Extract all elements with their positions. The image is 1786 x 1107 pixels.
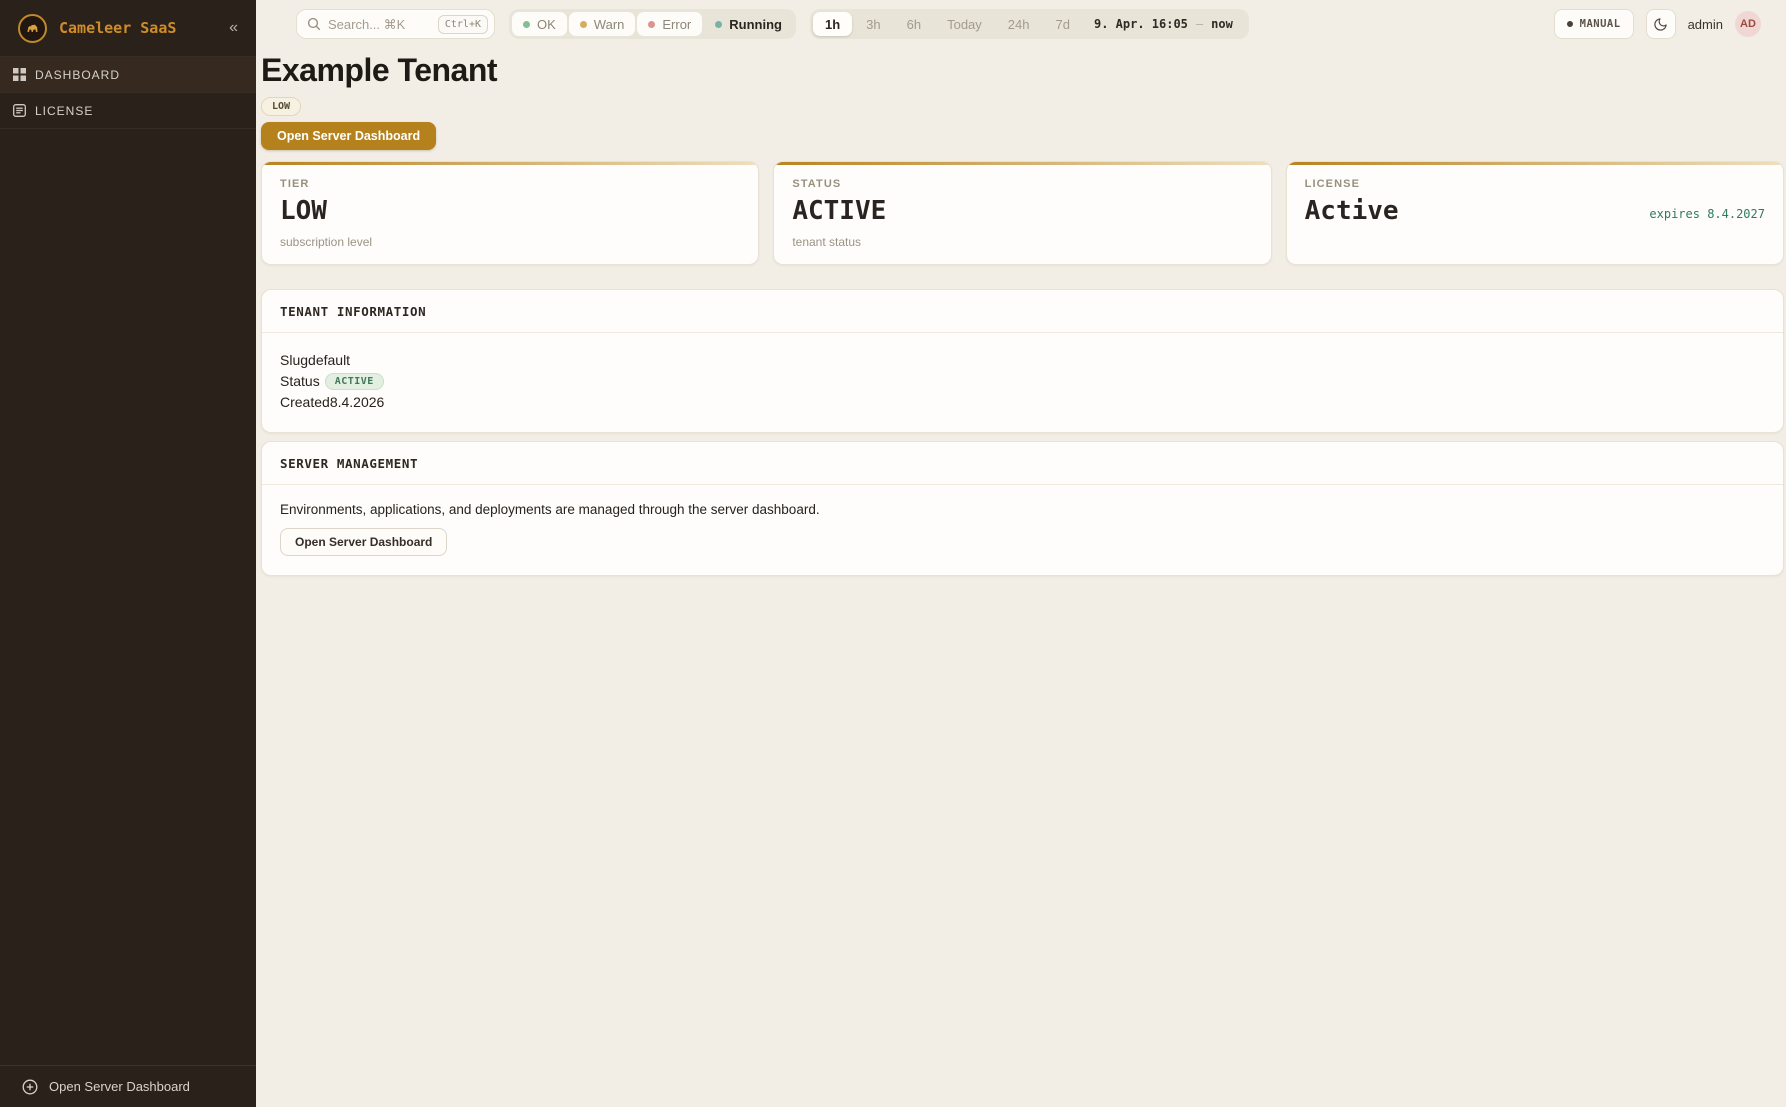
card-label: LICENSE xyxy=(1305,178,1765,190)
main-area: Ctrl+K OK Warn Error Running 1h 3h 6 xyxy=(256,0,1786,1107)
moon-icon xyxy=(1653,17,1668,32)
page-title: Example Tenant xyxy=(261,52,1784,89)
info-row-created: Created8.4.2026 xyxy=(280,392,1765,413)
filter-warn-button[interactable]: Warn xyxy=(569,12,636,36)
topbar-right: MANUAL admin AD xyxy=(1554,9,1761,39)
stat-cards: TIER LOW subscription level STATUS ACTIV… xyxy=(261,161,1784,265)
sidebar-item-label: LICENSE xyxy=(35,104,93,118)
sidebar-footer-open-server-dashboard[interactable]: Open Server Dashboard xyxy=(0,1065,256,1107)
filter-label: OK xyxy=(537,17,556,32)
info-label: Slug xyxy=(280,352,308,368)
filter-running-button[interactable]: Running xyxy=(704,12,793,36)
open-server-dashboard-secondary-button[interactable]: Open Server Dashboard xyxy=(280,528,447,556)
warn-status-dot-icon xyxy=(580,21,587,28)
search-box[interactable]: Ctrl+K xyxy=(296,9,495,39)
time-range-1h[interactable]: 1h xyxy=(813,12,852,36)
time-range-group: 1h 3h 6h Today 24h 7d 9. Apr. 16:05 — no… xyxy=(810,9,1249,39)
sidebar-nav: DASHBOARD LICENSE xyxy=(0,56,256,129)
panel-header: SERVER MANAGEMENT xyxy=(262,442,1783,485)
time-range-3h[interactable]: 3h xyxy=(854,12,892,36)
sidebar-item-dashboard[interactable]: DASHBOARD xyxy=(0,57,256,93)
search-icon xyxy=(307,17,321,31)
theme-toggle-button[interactable] xyxy=(1646,9,1676,39)
mode-dot-icon xyxy=(1567,21,1573,27)
time-range-today[interactable]: Today xyxy=(935,12,994,36)
license-document-icon xyxy=(13,104,26,117)
filter-label: Running xyxy=(729,17,782,32)
sidebar-footer-label: Open Server Dashboard xyxy=(49,1079,190,1094)
status-filter-group: OK Warn Error Running xyxy=(509,9,796,39)
tier-value: LOW xyxy=(280,197,327,226)
time-range-6h[interactable]: 6h xyxy=(895,12,933,36)
topbar: Ctrl+K OK Warn Error Running 1h 3h 6 xyxy=(256,0,1786,48)
status-card: STATUS ACTIVE tenant status xyxy=(773,161,1271,265)
mode-badge-label: MANUAL xyxy=(1580,18,1621,30)
username-label: admin xyxy=(1688,17,1723,32)
card-subtext: subscription level xyxy=(280,235,740,249)
plus-circle-icon xyxy=(22,1079,38,1095)
license-expiry-note: expires 8.4.2027 xyxy=(1649,207,1765,226)
server-management-panel: SERVER MANAGEMENT Environments, applicat… xyxy=(261,441,1784,576)
sidebar-header: Cameleer SaaS « xyxy=(0,0,256,56)
server-management-description: Environments, applications, and deployme… xyxy=(280,502,1765,517)
card-subtext: tenant status xyxy=(792,235,1252,249)
brand-logo-icon xyxy=(18,14,47,43)
dashboard-grid-icon xyxy=(13,68,26,81)
license-value: Active xyxy=(1305,197,1399,226)
time-range-7d[interactable]: 7d xyxy=(1044,12,1082,36)
filter-ok-button[interactable]: OK xyxy=(512,12,567,36)
filter-label: Error xyxy=(662,17,691,32)
status-value: ACTIVE xyxy=(792,197,886,226)
time-range-24h[interactable]: 24h xyxy=(996,12,1042,36)
mode-badge: MANUAL xyxy=(1554,9,1634,39)
info-label: Created xyxy=(280,394,330,410)
info-value: default xyxy=(308,352,350,368)
user-avatar[interactable]: AD xyxy=(1735,11,1761,37)
error-status-dot-icon xyxy=(648,21,655,28)
info-row-status: Status ACTIVE xyxy=(280,371,1765,392)
ok-status-dot-icon xyxy=(523,21,530,28)
filter-label: Warn xyxy=(594,17,625,32)
tier-card: TIER LOW subscription level xyxy=(261,161,759,265)
brand-name: Cameleer SaaS xyxy=(59,19,223,37)
time-range-display: 9. Apr. 16:05 — now xyxy=(1084,17,1246,31)
info-row-slug: Slugdefault xyxy=(280,350,1765,371)
range-separator: — xyxy=(1196,17,1203,31)
search-input[interactable] xyxy=(328,17,431,32)
license-card: LICENSE Active expires 8.4.2027 xyxy=(1286,161,1784,265)
filter-error-button[interactable]: Error xyxy=(637,12,702,36)
tier-badge: LOW xyxy=(261,97,301,116)
sidebar-item-label: DASHBOARD xyxy=(35,68,120,82)
card-label: TIER xyxy=(280,178,740,190)
search-shortcut-kbd: Ctrl+K xyxy=(438,15,488,34)
sidebar-collapse-icon[interactable]: « xyxy=(223,17,244,39)
range-to: now xyxy=(1211,17,1233,31)
sidebar: Cameleer SaaS « DASHBOARD LICENSE xyxy=(0,0,256,1107)
info-value: 8.4.2026 xyxy=(330,394,385,410)
card-label: STATUS xyxy=(792,178,1252,190)
info-label: Status xyxy=(280,373,320,389)
content: Example Tenant LOW Open Server Dashboard… xyxy=(256,48,1786,576)
panel-header: TENANT INFORMATION xyxy=(262,290,1783,333)
range-from: 9. Apr. 16:05 xyxy=(1094,17,1188,31)
sidebar-item-license[interactable]: LICENSE xyxy=(0,93,256,129)
open-server-dashboard-button[interactable]: Open Server Dashboard xyxy=(261,122,436,150)
tenant-information-panel: TENANT INFORMATION Slugdefault Status AC… xyxy=(261,289,1784,433)
running-status-dot-icon xyxy=(715,21,722,28)
active-status-badge: ACTIVE xyxy=(325,373,384,390)
